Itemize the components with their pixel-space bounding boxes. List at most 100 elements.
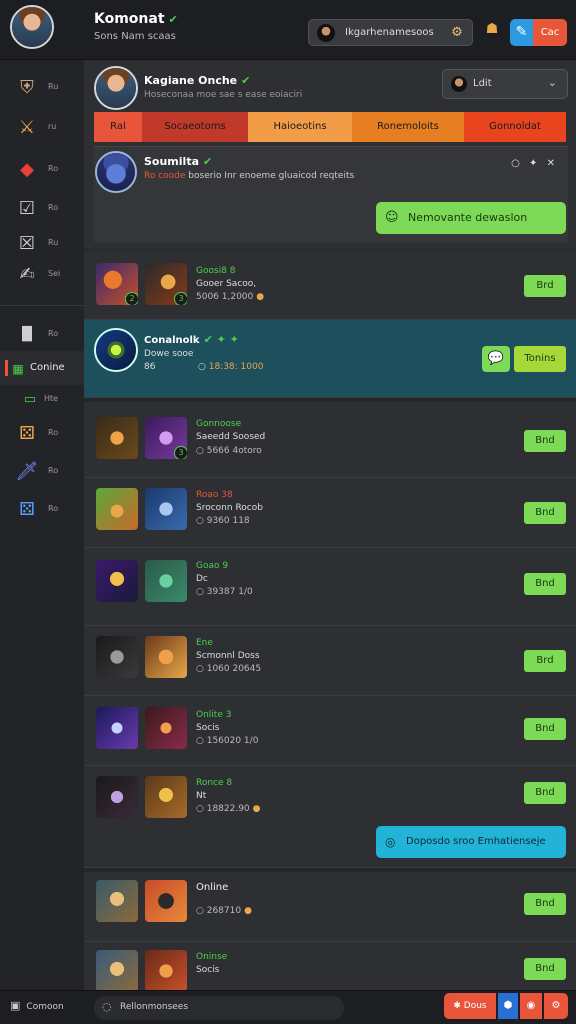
featured-action-button[interactable]: ☺ Nemovante dewaslon [376, 202, 566, 234]
tab-haioeotins[interactable]: Haioeotins [248, 112, 352, 142]
row-meta: ○ 1060 20645 [196, 664, 262, 674]
chat-button[interactable]: 💬 [482, 346, 510, 372]
list-item[interactable]: Online ○ 268710 ● Bnd [84, 872, 576, 942]
coin-icon: ● [252, 804, 261, 814]
sidebar-item-tag[interactable]: ✍ Sei [0, 257, 84, 291]
game-thumbnail [96, 417, 138, 459]
sword-card-icon: 🗡 [15, 461, 39, 482]
game-thumbnail [96, 560, 138, 602]
notification-icon[interactable]: ☗ [482, 21, 502, 43]
profile-select[interactable]: Ldit ⌄ [442, 69, 568, 99]
profile-card: Kagiane Onche ✔ Hoseconaa moe sae s ease … [84, 60, 576, 248]
game-thumbnail [145, 880, 187, 922]
row-subtitle: Sroconn Rocob [196, 503, 263, 513]
tag-icon: ✍ [19, 264, 35, 285]
sidebar-item-crossed[interactable]: ☒ Ru [0, 226, 84, 260]
tab-ronemoloits[interactable]: Ronemoloits [352, 112, 464, 142]
footer-search[interactable]: ◌ Rellonmonsees [94, 996, 344, 1020]
highlight-action-button[interactable]: Tonins [514, 346, 566, 372]
sidebar-item-hte[interactable]: ▭ Hte [0, 382, 84, 416]
row-subtitle: Socis [196, 723, 220, 733]
highlighted-item[interactable]: Conalnolk ✔ ✦ ✦ Dowe sooe 86 ○ 18:38: 100… [84, 320, 576, 398]
verified-icon: ✔ [168, 13, 178, 26]
swords-icon: ⚔ [18, 117, 36, 138]
tab-ral[interactable]: Ral [94, 112, 142, 142]
sidebar-item-panel[interactable]: ▐▌ Ro [0, 317, 84, 351]
cyan-action-button[interactable]: ◎ Doposdo sroo Emhatienseje [376, 826, 566, 858]
profile-avatar[interactable] [94, 66, 138, 110]
tab-socaeotoms[interactable]: Socaeotoms [142, 112, 248, 142]
sidebar-item-swords[interactable]: ⚔ ru [0, 110, 84, 144]
footer-record-button[interactable]: ◉ [520, 993, 542, 1019]
row-title: Roao 38 [196, 490, 233, 500]
highlight-avatar [94, 328, 138, 372]
row-action-button[interactable]: Brd [524, 650, 566, 672]
row-action-button[interactable]: Brd [524, 275, 566, 297]
footer-status[interactable]: ▣ Comoon [10, 999, 64, 1012]
sidebar-item-gem[interactable]: ◆ Ro [0, 152, 84, 186]
sidebar-item-check[interactable]: ☑ Ro [0, 191, 84, 225]
row-meta: 5006 1,2000 ● [196, 292, 265, 302]
share-button[interactable]: ✎ [510, 19, 533, 46]
verified-icon: ✔ [241, 74, 251, 87]
list-item[interactable]: Roao 38 Sroconn Rocob ○ 9360 118 Bnd [84, 478, 576, 548]
list-item[interactable]: Oninse Socis Bnd [84, 942, 576, 992]
row-title: Goosi8 8 [196, 266, 236, 276]
game-thumbnail [96, 950, 138, 992]
row-action-button[interactable]: Bnd [524, 430, 566, 452]
featured-avatar[interactable] [95, 151, 137, 193]
row-action-button[interactable]: Bnd [524, 893, 566, 915]
row-action-button[interactable]: Bnd [524, 718, 566, 740]
row-subtitle: Scmonnl Doss [196, 651, 260, 661]
tab-gonnoldat[interactable]: Gonnoldat [464, 112, 566, 142]
grid-icon: ▦ [12, 362, 24, 376]
game-thumbnail [145, 560, 187, 602]
row-subtitle: Socis [196, 965, 220, 975]
list-item[interactable]: Ene Scmonnl Doss ○ 1060 20645 Brd [84, 626, 576, 696]
row-action-button[interactable]: Bnd [524, 502, 566, 524]
menu-button[interactable]: Cac [533, 19, 567, 46]
coin-icon: ● [256, 292, 265, 302]
row-title: Goao 9 [196, 561, 229, 571]
crossed-icon: ☒ [18, 233, 36, 254]
row-meta: ○ 156020 1/0 [196, 736, 259, 746]
footer-settings-button[interactable]: ⚙ [544, 993, 568, 1019]
chat-icon: ▣ [10, 999, 21, 1012]
game-thumbnail: 3 [145, 417, 187, 459]
settings-icon[interactable]: ⚙ [448, 24, 466, 42]
row-subtitle: Nt [196, 791, 207, 801]
list-item[interactable]: 2 3 Goosi8 8 Gooer Sacoo, 5006 1,2000 ● B… [84, 252, 576, 320]
sidebar-item-dice[interactable]: ⚄ Ro [0, 416, 84, 450]
sidebar-item-sword-card[interactable]: 🗡 Ro [0, 454, 84, 488]
row-meta: ○ 39387 1/0 [196, 587, 253, 597]
row-subtitle: Gooer Sacoo, [196, 279, 257, 289]
footer-share-button[interactable]: ⬢ [498, 993, 518, 1019]
list-item[interactable]: Goao 9 Dc ○ 39387 1/0 Bnd [84, 548, 576, 626]
list-item[interactable]: 3 Gonnoose Saeedd Soosed ○ 5666 4otoro B… [84, 402, 576, 478]
header-search[interactable]: Ikgarhenamesoos ⚙ [308, 19, 473, 46]
row-meta: ○ 9360 118 [196, 516, 250, 526]
user-avatar[interactable] [10, 5, 54, 49]
featured-description: Ro coode boserio Inr enoeme gluaicod req… [144, 171, 355, 181]
footer-primary-button[interactable]: ✱ Dous [444, 993, 496, 1019]
profile-description: Hoseconaa moe sae s ease eoiaciri [144, 90, 303, 100]
highlight-subtitle: Dowe sooe [144, 349, 194, 359]
row-action-button[interactable]: Bnd [524, 782, 566, 804]
content-list: 2 3 Goosi8 8 Gooer Sacoo, 5006 1,2000 ● B… [84, 252, 576, 992]
dice-icon: ⚄ [19, 499, 35, 520]
featured-name: Soumilta ✔ [144, 155, 213, 168]
highlight-time: ○ 18:38: 1000 [198, 362, 264, 372]
list-item[interactable]: Onlite 3 Socis ○ 156020 1/0 Bnd [84, 696, 576, 766]
sidebar-item-dice-blue[interactable]: ⚄ Ro [0, 492, 84, 526]
game-thumbnail [96, 488, 138, 530]
row-action-button[interactable]: Bnd [524, 958, 566, 980]
coin-icon: ● [244, 906, 252, 916]
footer-bar: ▣ Comoon ◌ Rellonmonsees ✱ Dous ⬢ ◉ ⚙ [0, 990, 576, 1024]
app-title: Komonat ✔ [94, 11, 178, 27]
row-action-button[interactable]: Bnd [524, 573, 566, 595]
featured-actions[interactable]: ○ ✦ ✕ [511, 158, 558, 169]
sidebar-item-conine[interactable]: ▦ Conine [0, 351, 84, 385]
sidebar-item-armor[interactable]: ⛨ Ru [0, 70, 84, 104]
app-subtitle: Sons Nam scaas [94, 31, 176, 42]
panel-icon: ▐▌ [17, 327, 37, 342]
